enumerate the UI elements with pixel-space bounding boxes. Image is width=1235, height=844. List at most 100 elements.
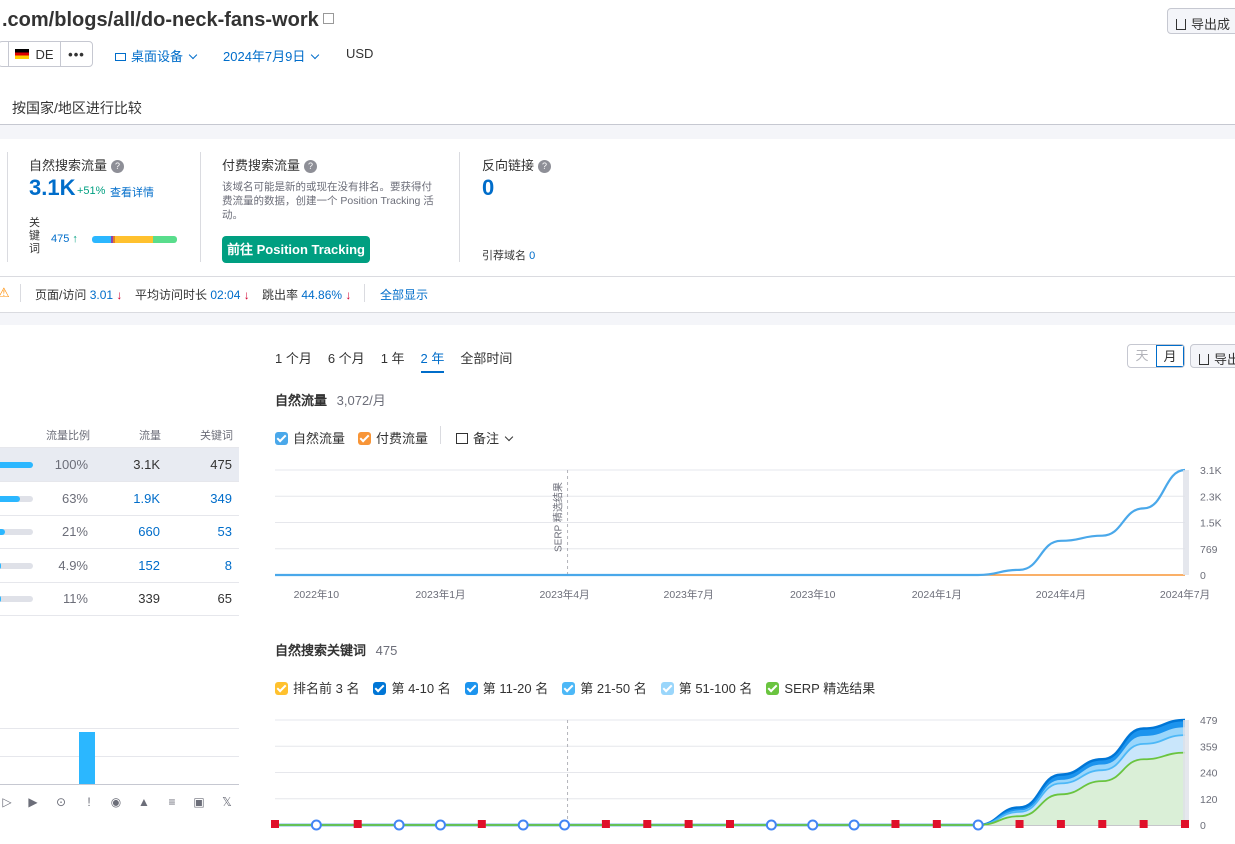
checkbox-icon[interactable] (562, 682, 576, 695)
header-traffic-share[interactable]: 流量比例 (46, 427, 90, 443)
keywords-chart-title: 自然搜索关键词 (275, 643, 367, 658)
legend-organic-traffic[interactable]: 自然流量 (275, 428, 345, 447)
more-options-button[interactable]: ••• (61, 42, 92, 66)
chart-export-label: 导出 (1214, 352, 1235, 367)
month-toggle[interactable]: 月 (1156, 345, 1184, 367)
bounce-value: 44.86% (301, 288, 343, 302)
traffic-share-value: 11% (62, 591, 88, 606)
day-toggle[interactable]: 天 (1128, 345, 1156, 367)
keywords-count[interactable]: 475 (51, 233, 69, 245)
currency-label: USD (346, 46, 374, 61)
header-keywords[interactable]: 关键词 (200, 427, 233, 443)
period-button[interactable]: 2 年 (420, 348, 445, 373)
graduation-cap-icon[interactable]: ▲ (137, 795, 151, 809)
checkbox-icon[interactable] (358, 432, 371, 445)
date-dropdown[interactable]: 2024年7月9日 (223, 46, 320, 65)
serp-annotation-label: SERP 精选结果 (552, 482, 565, 552)
update-flag-icon (643, 820, 652, 828)
legend-organic-label: 自然流量 (293, 431, 346, 446)
video-box-icon[interactable]: ▶ (26, 795, 40, 809)
checkbox-icon[interactable] (275, 432, 288, 445)
x-tick-label: 2023年10 (790, 588, 836, 601)
location-pin-icon[interactable]: ◉ (109, 795, 123, 809)
comment-icon[interactable]: ! (82, 795, 96, 809)
keywords-chart[interactable]: 0 120 240 359 479 (270, 708, 1235, 844)
keyword-distribution-bar (92, 236, 177, 243)
page-url[interactable]: .com/blogs/all/do-neck-fans-work (2, 9, 334, 32)
period-button[interactable]: 1 个月 (275, 348, 312, 373)
notes-dropdown[interactable]: 备注 (456, 428, 514, 447)
google-update-icon (559, 819, 571, 831)
update-flag-icon (1056, 820, 1065, 828)
checkbox-icon[interactable] (660, 682, 674, 695)
play-circle-icon[interactable]: ⊙ (54, 795, 68, 809)
keywords-legend-item[interactable]: 第 4-10 名 (373, 678, 451, 697)
y-tick-label: 120 (1200, 794, 1218, 806)
serp-feature-bar[interactable] (79, 732, 95, 784)
keywords-value[interactable]: 475 ↑ (51, 233, 78, 245)
traffic-value[interactable]: 1.9K (110, 491, 160, 506)
briefcase-icon[interactable]: ▣ (192, 795, 206, 809)
url-text[interactable]: .com/blogs/all/do-neck-fans-work (2, 9, 319, 31)
keywords-legend-item[interactable]: 排名前 3 名 (275, 678, 359, 697)
export-button[interactable]: 导出成 (1167, 8, 1235, 34)
country-selector[interactable]: DE (9, 42, 61, 66)
database-selector[interactable]: DE ••• (0, 41, 93, 67)
traffic-chart[interactable]: 0 769 1.5K 2.3K 3.1K 2022年10 2023年1月 2023年4月 202… (270, 455, 1235, 605)
view-details-link[interactable]: 查看详情 (110, 184, 154, 200)
traffic-value[interactable]: 152 (110, 558, 160, 573)
bounce-rate: 跳出率 44.86% ↓ (262, 286, 351, 303)
update-flag-icon (601, 820, 610, 828)
y-tick-label: 769 (1200, 544, 1218, 556)
period-button[interactable]: 全部时间 (460, 348, 512, 373)
news-icon[interactable]: ≡ (165, 795, 179, 809)
keywords-value[interactable]: 53 (182, 524, 232, 539)
down-arrow-icon: ↓ (243, 288, 250, 302)
keywords-value[interactable]: 8 (182, 558, 232, 573)
checkbox-icon[interactable] (275, 682, 288, 695)
ref-domains-value[interactable]: 0 (529, 250, 535, 262)
upload-icon (1199, 354, 1209, 365)
position-tracking-button[interactable]: 前往 Position Tracking (222, 236, 370, 263)
traffic-value: 339 (138, 591, 160, 606)
keywords-legend-item[interactable]: 第 51-100 名 (660, 678, 753, 697)
chart-export-button[interactable]: 导出 (1190, 344, 1235, 368)
device-dropdown[interactable]: 桌面设备 (115, 46, 198, 65)
legend-label: 第 51-100 名 (678, 681, 753, 696)
organic-traffic-value[interactable]: 3.1K (29, 175, 75, 201)
keywords-value[interactable]: 349 (182, 491, 232, 506)
warning-icon[interactable]: ⚠ (0, 285, 10, 301)
keywords-legend-item[interactable]: 第 11-20 名 (464, 678, 548, 697)
legend-paid-traffic[interactable]: 付费流量 (358, 428, 428, 447)
traffic-value[interactable]: 660 (110, 524, 160, 539)
organic-traffic-title: 自然搜索流量? (29, 155, 125, 174)
info-icon[interactable]: ? (538, 160, 552, 174)
share-bar-fill (0, 562, 1, 569)
checkbox-icon[interactable] (373, 682, 387, 695)
video-icon[interactable]: ▷ (0, 795, 14, 809)
checkbox-icon[interactable] (464, 682, 478, 695)
period-button[interactable]: 6 个月 (328, 348, 365, 373)
traffic-share-value: 21% (61, 524, 88, 539)
paid-traffic-title: 付费搜索流量? (222, 155, 318, 174)
external-link-icon[interactable] (322, 13, 334, 24)
export-label: 导出成 (1191, 17, 1231, 32)
period-button[interactable]: 1 年 (381, 348, 405, 373)
backlinks-value[interactable]: 0 (482, 175, 494, 201)
current-period-marker (1183, 720, 1189, 825)
info-icon[interactable]: ? (111, 160, 125, 174)
checkbox-icon[interactable] (766, 682, 780, 695)
compare-countries-tab[interactable]: 按国家/地区进行比较 (12, 98, 142, 118)
show-all-link[interactable]: 全部显示 (380, 286, 428, 303)
x-tick-label: 2024年1月 (912, 588, 962, 601)
info-icon[interactable]: ? (304, 160, 318, 174)
x-social-icon[interactable]: 𝕏 (220, 795, 234, 809)
header-traffic[interactable]: 流量 (139, 427, 161, 443)
keywords-legend-item[interactable]: 第 21-50 名 (562, 678, 647, 697)
current-period-marker (1183, 470, 1189, 575)
keywords-legend-item[interactable]: SERP 精选结果 (766, 678, 875, 697)
granularity-toggle[interactable]: 天 月 (1127, 344, 1185, 368)
prev-db-segment[interactable] (0, 42, 9, 66)
update-flag-icon (891, 820, 900, 828)
legend-label: 排名前 3 名 (293, 681, 360, 696)
